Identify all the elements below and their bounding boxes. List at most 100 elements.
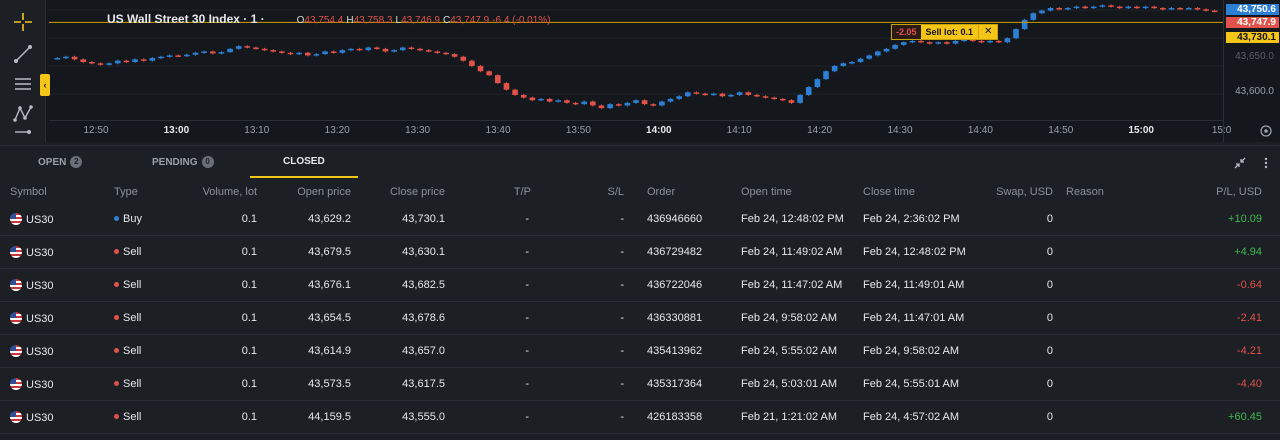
table-row[interactable]: US30 Sell 0.1 43,654.5 43,678.6 - - 436330881 Fe… <box>0 302 1280 335</box>
table-row[interactable]: US30 Sell 0.1 44,159.5 43,555.0 - - 426183358 Fe… <box>0 401 1280 434</box>
table-row[interactable]: US30 Sell 0.1 43,679.5 43,630.1 - - 436729482 Fe… <box>0 236 1280 269</box>
symbol-cell: US30 <box>10 345 54 358</box>
order-cell: 435317364 <box>647 378 703 390</box>
crosshair-icon[interactable] <box>11 10 35 34</box>
order-cell: 436946660 <box>647 213 703 225</box>
open-time-cell: Feb 24, 5:03:01 AM <box>741 378 838 390</box>
pl-cell: +60.45 <box>1228 411 1262 423</box>
sl-cell: - <box>620 213 624 225</box>
close-time-cell: Feb 24, 12:48:02 PM <box>863 246 966 258</box>
pl-cell: -2.41 <box>1236 312 1262 324</box>
candle <box>201 51 207 53</box>
more-options-icon[interactable] <box>1260 156 1272 169</box>
positions-panel: OPEN 2 PENDING 0 CLOSED Symbol Type Volu… <box>0 145 1280 440</box>
candle <box>175 55 182 57</box>
candle <box>676 96 682 99</box>
col-type[interactable]: Type <box>114 186 138 198</box>
sl-cell: - <box>620 378 624 390</box>
col-open-time[interactable]: Open time <box>741 186 792 198</box>
candle <box>805 87 812 95</box>
candle <box>1030 13 1037 20</box>
candle <box>244 46 251 48</box>
tab-pending[interactable]: PENDING 0 <box>152 156 214 168</box>
us-flag-icon <box>10 279 22 291</box>
col-symbol[interactable]: Symbol <box>10 186 47 198</box>
candle <box>823 71 829 80</box>
table-row[interactable]: US30 Sell 0.1 43,614.9 43,657.0 - - 435413962 Fe… <box>0 335 1280 368</box>
open-time-cell: Feb 24, 11:49:02 AM <box>741 246 843 258</box>
time-tick: 13:00 <box>163 125 190 136</box>
col-order[interactable]: Order <box>647 186 675 198</box>
open-price-cell: 43,679.5 <box>308 246 351 258</box>
ohlc-value: 43,746.9 <box>401 15 440 26</box>
pattern-icon[interactable] <box>11 102 35 126</box>
candle <box>1056 7 1063 10</box>
col-volume[interactable]: Volume, lot <box>203 186 257 198</box>
tab-open[interactable]: OPEN 2 <box>38 156 83 168</box>
candle <box>883 48 890 52</box>
col-sl[interactable]: S/L <box>607 186 624 198</box>
candle <box>330 51 337 53</box>
candle <box>866 55 873 59</box>
col-tp[interactable]: T/P <box>514 186 531 198</box>
col-close-time[interactable]: Close time <box>863 186 915 198</box>
col-open-price[interactable]: Open price <box>297 186 351 198</box>
col-reason[interactable]: Reason <box>1066 186 1104 198</box>
price-axis[interactable]: 43,600.0 43,650.0 43,750.6 43,747.9 43,7… <box>1223 0 1280 142</box>
open-price-cell: 43,676.1 <box>308 279 351 291</box>
price-chart[interactable]: US Wall Street 30 Index · 1 · O43,754.4 H… <box>49 0 1223 120</box>
us-flag-icon <box>10 213 22 225</box>
horizontal-lines-icon[interactable] <box>11 72 35 96</box>
trend-line-icon[interactable] <box>11 42 35 66</box>
candle <box>624 102 631 106</box>
tab-closed[interactable]: CLOSED <box>283 156 325 167</box>
measure-icon[interactable] <box>11 128 35 142</box>
candle <box>296 52 302 55</box>
candle <box>253 47 259 50</box>
instrument-title[interactable]: US Wall Street 30 Index · 1 · <box>107 12 265 26</box>
candle <box>1073 6 1080 9</box>
col-close-price[interactable]: Close price <box>390 186 445 198</box>
symbol-text: US30 <box>26 346 54 358</box>
table-row[interactable]: US30 Sell 0.1 43,573.5 43,617.5 - - 435317364 Fe… <box>0 368 1280 401</box>
candle <box>685 92 691 97</box>
candle <box>1099 5 1106 7</box>
order-cell: 435413962 <box>647 345 703 357</box>
candle <box>477 65 484 72</box>
table-row[interactable]: US30 Sell 0.1 43,676.1 43,682.5 - - 436722046 Fe… <box>0 269 1280 302</box>
table-row[interactable]: US30 Buy 0.1 43,629.2 43,730.1 - - 436946660 Feb… <box>0 203 1280 236</box>
candle <box>218 52 225 54</box>
candle <box>460 56 467 61</box>
sell-dot-icon <box>114 249 119 254</box>
us-flag-icon <box>10 246 22 258</box>
time-tick: 13:40 <box>485 125 511 136</box>
tp-cell: - <box>525 378 529 390</box>
time-axis[interactable]: 12:50 13:00 13:10 13:20 13:30 13:40 13:50 14:00… <box>49 120 1272 142</box>
candle <box>728 94 734 97</box>
chart-settings-icon[interactable] <box>1259 124 1273 138</box>
time-tick: 15:0 <box>1211 125 1232 136</box>
pl-cell: -4.21 <box>1236 345 1262 357</box>
order-cell: 436722046 <box>647 279 703 291</box>
col-pl[interactable]: P/L, USD <box>1216 186 1262 198</box>
candle <box>1160 7 1166 10</box>
buy-dot-icon <box>114 216 119 221</box>
collapse-panel-icon[interactable] <box>1234 156 1246 169</box>
candle <box>771 97 777 100</box>
col-swap[interactable]: Swap, USD <box>996 186 1053 198</box>
pl-cell: +10.09 <box>1228 213 1262 225</box>
positions-table-header: Symbol Type Volume, lot Open price Close… <box>0 186 1280 204</box>
open-time-cell: Feb 24, 5:55:02 AM <box>741 345 838 357</box>
candle <box>322 51 328 55</box>
toolbar-collapse-button[interactable]: ‹ <box>40 74 50 96</box>
type-cell: Sell <box>114 312 141 324</box>
close-icon[interactable]: ✕ <box>978 25 998 39</box>
symbol-text: US30 <box>26 214 54 226</box>
ohlc-value: -6.4 (-0.01%) <box>492 15 551 26</box>
order-line-label[interactable]: -2.05 Sell lot: 0.1 ✕ <box>891 24 999 40</box>
candle <box>391 50 397 52</box>
order-price-tag: 43,730.1 <box>1226 32 1279 43</box>
candle <box>831 65 838 72</box>
swap-cell: 0 <box>1046 213 1053 225</box>
candle <box>408 47 415 50</box>
